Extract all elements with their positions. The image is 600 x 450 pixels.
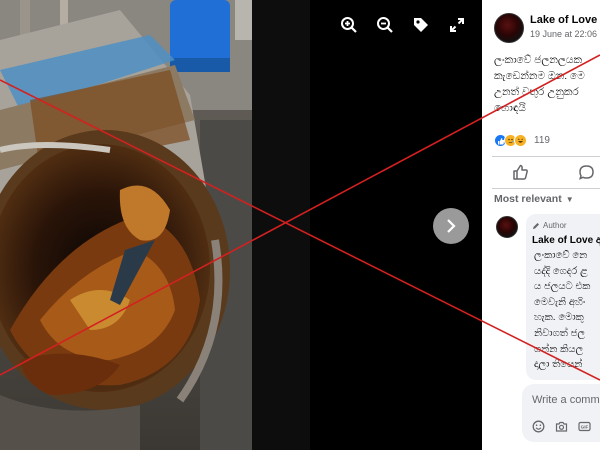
divider: [492, 188, 600, 189]
comment-button[interactable]: [578, 164, 595, 186]
post-timestamp[interactable]: 19 June at 22:06: [530, 29, 597, 39]
comment-text-line: නිවාගත් ජල: [534, 327, 586, 339]
chevron-down-icon: ▼: [565, 195, 574, 204]
zoom-in-icon[interactable]: [338, 14, 360, 36]
camera-icon[interactable]: [555, 420, 568, 433]
pencil-icon: [533, 222, 539, 229]
comment-text: ලංකාවේ නෙ යද්දි ගෙදර ළ ය ජලයට එක මෙවැනි …: [532, 248, 600, 373]
post-text-line: ලංකාවේ ජලනලයක: [494, 54, 583, 66]
like-outline-icon: [513, 164, 528, 180]
viewer-side-pane: [252, 0, 310, 450]
avatar[interactable]: [494, 13, 524, 43]
tag-icon[interactable]: [410, 14, 432, 36]
svg-text:GIF: GIF: [581, 425, 589, 430]
comment: Author Lake of Love ආ ලංකාවේ නෙ යද්දි ගෙ…: [482, 210, 600, 380]
comment-outline-icon: [579, 165, 594, 180]
commenter-name-link[interactable]: Lake of Love ආ: [532, 235, 600, 246]
viewer-toolbar: [338, 14, 468, 36]
fullscreen-icon[interactable]: [446, 14, 468, 36]
comment-text-line: යද්දි ගෙදර ළ: [534, 265, 588, 277]
reaction-summary[interactable]: 119: [494, 134, 550, 147]
avatar[interactable]: [496, 216, 518, 238]
comment-text-line: දාලා තියෙන්: [534, 359, 583, 371]
post-actions: [482, 160, 600, 186]
gif-icon[interactable]: GIF: [578, 420, 591, 433]
post-text-line: කැඩෙන්නම ඔන. මෙ: [494, 70, 585, 82]
author-badge: Author: [532, 220, 600, 231]
like-button[interactable]: [512, 164, 529, 186]
comment-composer: GIF: [522, 384, 600, 442]
comment-text-line: ය ජලයට එක: [534, 281, 591, 293]
emoji-icon[interactable]: [532, 420, 545, 433]
next-photo-button[interactable]: [433, 208, 469, 244]
comment-bubble: Author Lake of Love ආ ලංකාවේ නෙ යද්දි ගෙ…: [526, 214, 600, 380]
haha-reaction-icon: [514, 134, 527, 147]
post-text: ලංකාවේ ජලනලයක කැඩෙන්නම ඔන. මෙ උනත් වතුර …: [494, 52, 600, 116]
post-text-line: හොඳයි: [494, 102, 526, 114]
comment-text-line: මෙවැනි අහිං: [534, 296, 586, 308]
post-panel: Lake of Love ආ 19 June at 22:06 ලංකාවේ ජ…: [482, 0, 600, 450]
author-badge-label: Author: [543, 221, 567, 230]
page-name-link[interactable]: Lake of Love ආ: [530, 14, 600, 27]
post-header: Lake of Love ආ 19 June at 22:06: [482, 0, 600, 46]
divider: [492, 156, 600, 157]
photo-viewer: [0, 0, 482, 450]
composer-tools: GIF: [532, 420, 591, 433]
post-text-line: උනත් වතුර උනුකර: [494, 86, 579, 98]
comment-text-line: හැක. මොකු: [534, 312, 584, 324]
chevron-right-icon: [447, 219, 456, 233]
reaction-count: 119: [534, 135, 550, 146]
zoom-out-icon[interactable]: [374, 14, 396, 36]
comment-text-line: ලංකාවේ නෙ: [534, 250, 588, 261]
comment-input[interactable]: [532, 394, 600, 406]
sort-label: Most relevant: [494, 193, 562, 205]
comment-text-line: ගන්න කියල: [534, 343, 584, 355]
comment-sort-dropdown[interactable]: Most relevant ▼: [494, 193, 574, 205]
